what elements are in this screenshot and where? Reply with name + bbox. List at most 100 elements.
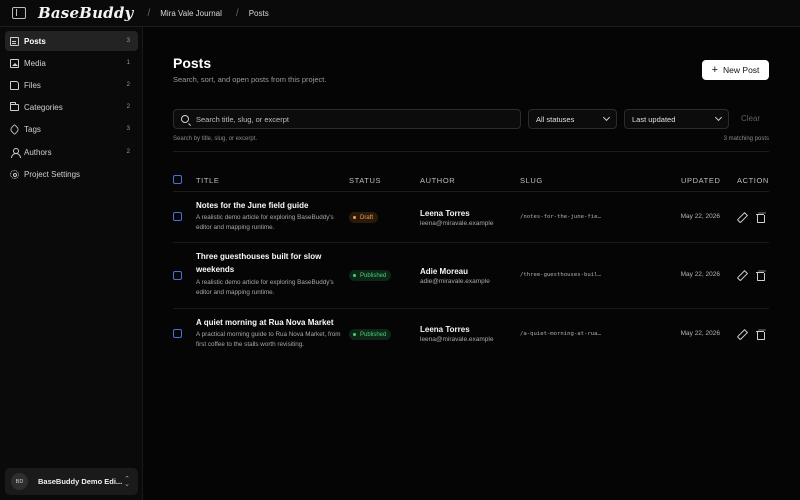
edit-icon[interactable] [737, 213, 746, 222]
table-row[interactable]: Notes for the June field guide A realist… [173, 192, 769, 243]
sidebar-item-count: 2 [126, 104, 130, 110]
author-email: adie@miravale.example [420, 278, 490, 285]
status-badge: Draft [349, 212, 379, 223]
sidebar-item-files[interactable]: Files 2 [5, 75, 138, 95]
breadcrumb-project[interactable]: Mira Vale Journal [160, 9, 222, 18]
author-name: Leena Torres [420, 209, 470, 218]
page-title: Posts [173, 55, 212, 71]
match-count: 3 matching posts [723, 136, 769, 142]
column-header-title[interactable]: Title [196, 176, 219, 185]
updated-date: May 22, 2026 [680, 330, 720, 337]
image-icon [10, 58, 19, 68]
author-name: Leena Torres [420, 325, 470, 334]
updated-date: May 22, 2026 [680, 213, 720, 220]
user-icon [10, 147, 21, 158]
sidebar-item-count: 3 [126, 126, 130, 132]
new-post-button[interactable]: + New Post [702, 60, 769, 80]
sidebar-item-label: Authors [24, 147, 52, 157]
sidebar-item-label: Project Settings [24, 169, 81, 179]
post-slug: /notes-for-the-june-fie… [520, 214, 601, 220]
trash-icon[interactable] [756, 213, 765, 223]
post-excerpt: A realistic demo article for exploring B… [196, 214, 334, 231]
updated-date: May 22, 2026 [680, 271, 720, 278]
author-email: leena@miravale.example [420, 336, 494, 343]
page-subtitle: Search, sort, and open posts from this p… [173, 75, 327, 84]
sidebar-item-label: Files [24, 80, 41, 90]
status-dot-icon [353, 333, 356, 336]
sidebar-item-label: Posts [24, 36, 46, 46]
sidebar-item-posts[interactable]: Posts 3 [5, 31, 138, 51]
tag-icon [9, 123, 20, 135]
search-icon [181, 115, 189, 123]
folder-icon [10, 102, 19, 111]
search-field[interactable] [173, 109, 521, 129]
breadcrumb-separator: / [147, 7, 151, 19]
gear-icon [10, 169, 19, 179]
sidebar-item-label: Media [24, 58, 46, 68]
column-header-slug[interactable]: Slug [520, 176, 543, 185]
clear-button[interactable]: Clear [741, 114, 760, 123]
sidebar-item-label: Categories [24, 102, 63, 112]
edit-icon[interactable] [737, 330, 746, 339]
workspace-name: BaseBuddy Demo Edi... [38, 477, 123, 486]
post-excerpt: A practical morning guide to Rua Nova Ma… [196, 331, 341, 348]
workspace-switcher[interactable]: BD BaseBuddy Demo Edi... ⌃ ⌄ [5, 468, 138, 495]
row-checkbox[interactable] [173, 212, 182, 221]
sidebar-item-count: 3 [126, 38, 130, 44]
sidebar-item-project-settings[interactable]: Project Settings [5, 164, 138, 184]
status-filter-select[interactable]: All statuses [528, 109, 617, 129]
sidebar-item-tags[interactable]: Tags 3 [5, 119, 138, 139]
status-dot-icon [353, 274, 356, 277]
status-badge: Published [349, 270, 392, 281]
chevron-down-icon [714, 113, 723, 122]
sidebar-item-count: 1 [126, 60, 130, 66]
column-header-updated[interactable]: Updated [681, 176, 720, 185]
trash-icon[interactable] [756, 271, 765, 281]
select-all-checkbox[interactable] [173, 175, 182, 184]
table-row[interactable]: A quiet morning at Rua Nova Market A pra… [173, 309, 769, 359]
divider [173, 151, 769, 152]
sidebar-item-count: 2 [126, 82, 130, 88]
sort-select[interactable]: Last updated [624, 109, 729, 129]
app-logo[interactable]: BaseBuddy [38, 4, 133, 22]
new-post-label: New Post [723, 65, 760, 75]
top-bar: BaseBuddy / Mira Vale Journal / Posts [0, 0, 800, 27]
trash-icon[interactable] [756, 330, 765, 340]
sort-value: Last updated [632, 114, 676, 124]
main-content: Posts Search, sort, and open posts from … [144, 27, 800, 500]
post-slug: /three-guesthouses-buil… [520, 272, 601, 278]
row-checkbox[interactable] [173, 271, 182, 280]
status-label: Published [360, 331, 387, 338]
edit-icon[interactable] [737, 271, 746, 280]
row-checkbox[interactable] [173, 329, 182, 338]
breadcrumb-page: Posts [248, 8, 269, 18]
column-header-status[interactable]: Status [349, 176, 381, 185]
table-row[interactable]: Three guesthouses built for slow weekend… [173, 243, 769, 309]
sidebar: Posts 3 Media 1 Files 2 Categories 2 Tag… [0, 27, 143, 500]
search-input[interactable] [196, 114, 516, 124]
sidebar-toggle-icon[interactable] [12, 7, 26, 19]
post-title[interactable]: Three guesthouses built for slow weekend… [196, 250, 336, 276]
status-dot-icon [353, 216, 356, 219]
post-title[interactable]: A quiet morning at Rua Nova Market [196, 316, 336, 329]
status-label: Draft [360, 214, 374, 221]
author-email: leena@miravale.example [420, 220, 494, 227]
plus-icon: + [711, 63, 719, 76]
sidebar-item-categories[interactable]: Categories 2 [5, 97, 138, 117]
sidebar-item-authors[interactable]: Authors 2 [5, 142, 138, 162]
sidebar-item-media[interactable]: Media 1 [5, 53, 138, 73]
post-title[interactable]: Notes for the June field guide [196, 199, 336, 212]
chevron-up-down-icon: ⌃ ⌄ [124, 475, 130, 488]
document-icon [10, 36, 19, 46]
status-filter-value: All statuses [536, 114, 575, 124]
status-badge: Published [349, 329, 392, 340]
search-help-text: Search by title, slug, or excerpt. [173, 136, 258, 142]
breadcrumb-separator: / [235, 7, 239, 19]
status-label: Published [360, 272, 387, 279]
post-excerpt: A realistic demo article for exploring B… [196, 279, 334, 296]
sidebar-item-label: Tags [24, 124, 41, 134]
column-header-author[interactable]: Author [420, 176, 455, 185]
file-icon [10, 80, 19, 90]
column-header-action: Action [737, 176, 769, 185]
chevron-down-icon [602, 113, 611, 122]
